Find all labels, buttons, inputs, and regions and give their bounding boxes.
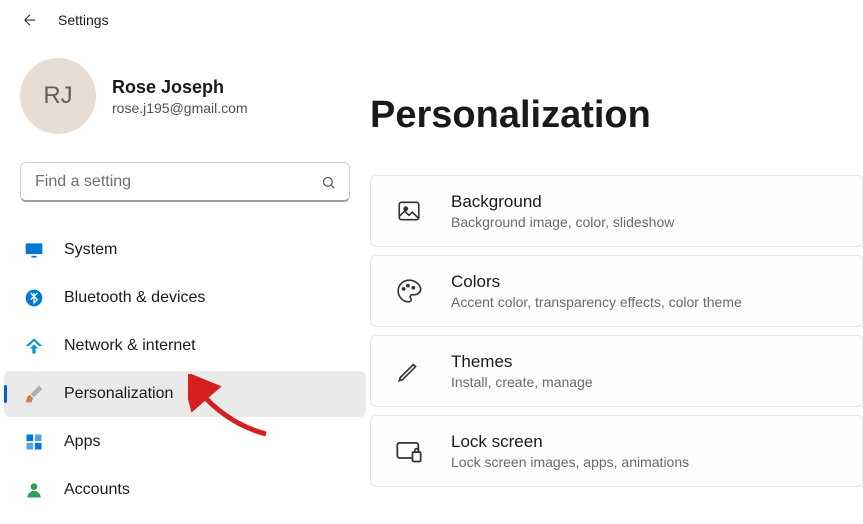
profile-name: Rose Joseph <box>112 77 248 98</box>
nav-list: System Bluetooth & devices Network & int… <box>0 226 370 514</box>
image-icon <box>395 197 423 225</box>
avatar-initials: RJ <box>43 82 72 110</box>
sidebar-item-label: Personalization <box>64 385 173 403</box>
sidebar-item-bluetooth[interactable]: Bluetooth & devices <box>4 275 366 321</box>
monitor-icon <box>24 240 44 260</box>
card-colors[interactable]: Colors Accent color, transparency effect… <box>370 255 863 327</box>
bluetooth-icon <box>24 288 44 308</box>
card-subtitle: Background image, color, slideshow <box>451 214 674 230</box>
search-box <box>20 162 350 202</box>
sidebar-item-accounts[interactable]: Accounts <box>4 467 366 513</box>
settings-cards: Background Background image, color, slid… <box>370 175 863 487</box>
search-icon <box>320 174 336 190</box>
sidebar-item-personalization[interactable]: Personalization <box>4 371 366 417</box>
pen-icon <box>395 357 423 385</box>
arrow-left-icon <box>21 11 39 29</box>
card-title: Colors <box>451 272 742 292</box>
card-subtitle: Accent color, transparency effects, colo… <box>451 294 742 310</box>
card-lockscreen[interactable]: Lock screen Lock screen images, apps, an… <box>370 415 863 487</box>
page-title: Personalization <box>370 94 863 137</box>
card-background[interactable]: Background Background image, color, slid… <box>370 175 863 247</box>
sidebar-item-apps[interactable]: Apps <box>4 419 366 465</box>
wifi-icon <box>24 336 44 356</box>
profile-email: rose.j195@gmail.com <box>112 100 248 116</box>
sidebar-item-network[interactable]: Network & internet <box>4 323 366 369</box>
sidebar-item-label: Bluetooth & devices <box>64 289 205 307</box>
sidebar-item-label: System <box>64 241 117 259</box>
palette-icon <box>395 277 423 305</box>
sidebar-item-label: Accounts <box>64 481 130 499</box>
sidebar-item-label: Network & internet <box>64 337 196 355</box>
card-title: Lock screen <box>451 432 689 452</box>
main-content: Personalization Background Background im… <box>370 40 863 514</box>
sidebar-item-label: Apps <box>64 433 100 451</box>
paintbrush-icon <box>24 384 44 404</box>
header-title: Settings <box>58 12 109 28</box>
sidebar: RJ Rose Joseph rose.j195@gmail.com Syste… <box>0 40 370 514</box>
lock-screen-icon <box>395 437 423 465</box>
card-subtitle: Lock screen images, apps, animations <box>451 454 689 470</box>
avatar: RJ <box>20 58 96 134</box>
back-button[interactable] <box>20 10 40 30</box>
header-bar: Settings <box>0 0 863 40</box>
sidebar-item-system[interactable]: System <box>4 227 366 273</box>
card-title: Background <box>451 192 674 212</box>
card-title: Themes <box>451 352 593 372</box>
profile-block[interactable]: RJ Rose Joseph rose.j195@gmail.com <box>0 58 370 162</box>
card-themes[interactable]: Themes Install, create, manage <box>370 335 863 407</box>
apps-icon <box>24 432 44 452</box>
search-input[interactable] <box>20 162 350 202</box>
person-icon <box>24 480 44 500</box>
card-subtitle: Install, create, manage <box>451 374 593 390</box>
